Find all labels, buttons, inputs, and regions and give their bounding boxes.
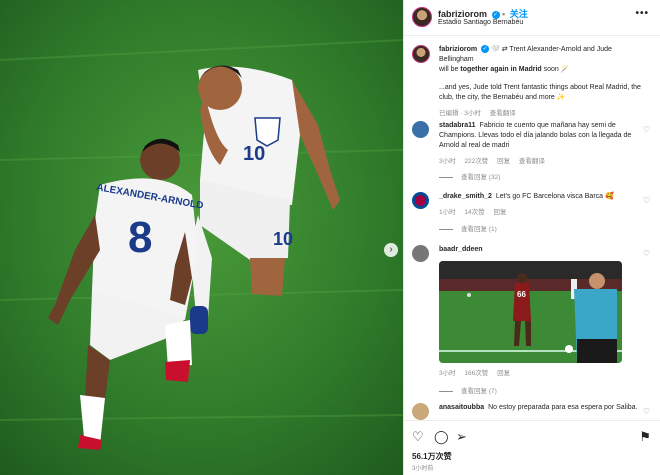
- caption-meta: 已编辑 · 3小时 查看翻译: [439, 110, 516, 117]
- like-comment-icon[interactable]: ♡: [643, 407, 650, 416]
- comment-icon[interactable]: ◯: [434, 429, 449, 445]
- caption-avatar[interactable]: [412, 45, 430, 63]
- post-image[interactable]: 10 10 ALEXANDER-ARNOLD 8 ›: [0, 0, 403, 475]
- next-image-button[interactable]: ›: [384, 243, 398, 257]
- comment-text: stadabra11 Fabricio te cuento que mañana…: [439, 122, 632, 149]
- heart-icon[interactable]: ♡: [412, 429, 424, 445]
- verified-icon: ✓: [491, 10, 500, 19]
- commenter-avatar[interactable]: [412, 192, 429, 209]
- post-time: 3小时前: [412, 466, 434, 472]
- verified-icon: ✓: [481, 45, 490, 54]
- like-comment-icon[interactable]: ♡: [643, 249, 650, 258]
- post-side-panel: fabriziorom ✓ • 关注 Estadio Santiago Bern…: [403, 0, 660, 475]
- view-replies-button[interactable]: 查看回复 (7): [439, 385, 497, 395]
- caption-text: fabriziorom ✓ 🤍 ⇄ Trent Alexander-Arnold …: [439, 45, 641, 101]
- front-jersey-number: 8: [128, 213, 152, 262]
- author-avatar[interactable]: [412, 7, 432, 27]
- back-shorts-number: 10: [273, 229, 293, 249]
- more-options-icon[interactable]: •••: [635, 8, 649, 19]
- likes-count[interactable]: 56.1万次赞: [412, 451, 452, 462]
- post-photo: 10 10 ALEXANDER-ARNOLD 8: [0, 0, 403, 475]
- post-actions: ♡ ◯ ➢ ⚑ 56.1万次赞 3小时前: [404, 420, 660, 475]
- caption-username[interactable]: fabriziorom: [439, 46, 477, 53]
- comment-meta: 1小时 14次赞 回复: [439, 209, 507, 216]
- view-replies-button[interactable]: 查看回复 (32): [439, 171, 500, 181]
- comment-text: baadr_ddeen: [439, 246, 483, 253]
- gif-player-number: 66: [517, 290, 526, 299]
- view-replies-button[interactable]: 查看回复 (1): [439, 223, 497, 233]
- commenter-avatar[interactable]: [412, 121, 429, 138]
- comments-scroll[interactable]: fabriziorom ✓ 🤍 ⇄ Trent Alexander-Arnold …: [404, 37, 660, 420]
- post-header: fabriziorom ✓ • 关注 Estadio Santiago Bern…: [404, 0, 660, 36]
- follow-button[interactable]: 关注: [510, 9, 528, 19]
- comment-gif[interactable]: 66: [439, 261, 622, 363]
- share-icon[interactable]: ➢: [456, 429, 467, 445]
- commenter-avatar[interactable]: [412, 403, 429, 420]
- author-username[interactable]: fabriziorom: [438, 9, 487, 19]
- commenter-avatar[interactable]: [412, 245, 429, 262]
- comment-meta: 3小时 166次赞 回复: [439, 370, 511, 377]
- gif-image: 66: [439, 261, 622, 363]
- like-comment-icon[interactable]: ♡: [643, 125, 650, 134]
- bookmark-icon[interactable]: ⚑: [639, 429, 651, 445]
- location-link[interactable]: Estadio Santiago Bernabéu: [438, 19, 523, 26]
- comment-text: anasaitoubba No estoy preparada para esa…: [439, 404, 638, 411]
- comment-meta: 3小时 222次赞 回复 查看翻译: [439, 158, 545, 165]
- translate-link[interactable]: 查看翻译: [490, 110, 516, 117]
- back-jersey-number: 10: [243, 143, 265, 165]
- comment-text: _drake_smith_2 Let's go FC Barcelona vis…: [439, 193, 614, 200]
- like-comment-icon[interactable]: ♡: [643, 196, 650, 205]
